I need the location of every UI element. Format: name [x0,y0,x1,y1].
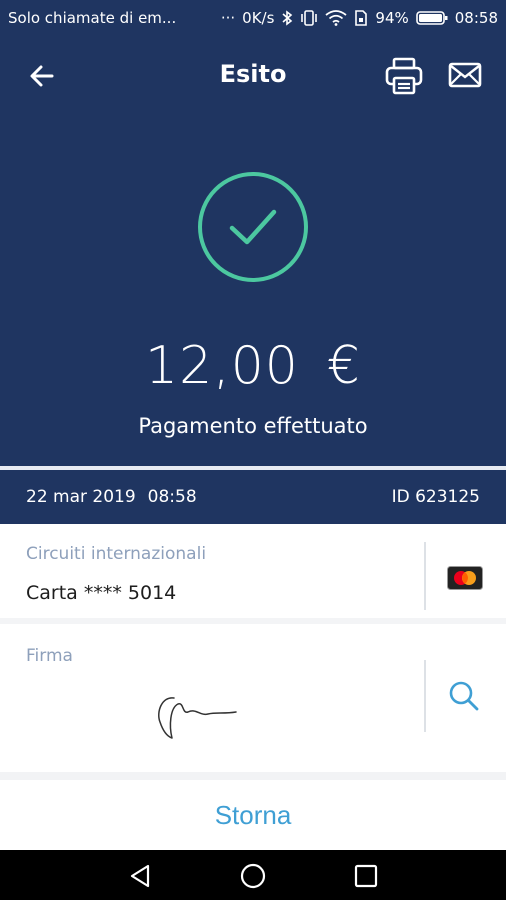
network-speed: 0K/s [242,9,275,27]
result-header: Esito 12,00 € Pagamento effettuato [0,36,506,466]
battery-icon [415,10,448,26]
card-number: Carta **** 5014 [26,582,177,604]
currency-symbol: € [326,336,361,396]
page-title: Esito [219,60,287,88]
magnifier-icon[interactable] [446,678,482,714]
app-bar: Esito [0,36,506,116]
transaction-datetime: 22 mar 2019 08:58 [26,487,392,507]
status-bar: Solo chiamate di em... ··· 0K/s 94% 08:5… [0,0,506,36]
transaction-info-bar: 22 mar 2019 08:58 ID 623125 [0,470,506,524]
vertical-divider [424,542,426,610]
amount-value: 12,00 [145,336,299,396]
payment-status-message: Pagamento effettuato [138,414,368,438]
status-icons: ··· 0K/s 94% 08:58 [221,9,498,27]
payment-amount: 12,00 € [0,336,506,396]
card-circuit-label: Circuiti internazionali [26,544,207,564]
signature-image [152,686,242,742]
transaction-id: ID 623125 [391,487,480,507]
check-circle-icon [197,171,309,283]
clock: 08:58 [454,9,498,27]
mastercard-icon [447,566,483,590]
divider [0,772,506,780]
signature-row: Firma [0,624,506,772]
transaction-time: 08:58 [147,487,197,507]
nav-home-icon[interactable] [239,862,267,890]
vertical-divider [424,660,426,732]
nav-back-icon[interactable] [126,862,154,890]
sim-icon [354,10,368,26]
printer-icon[interactable] [384,56,424,96]
vibrate-icon [300,10,318,26]
transaction-date: 22 mar 2019 [26,487,136,507]
card-info-row: Circuiti internazionali Carta **** 5014 [0,524,506,624]
mail-icon[interactable] [448,60,482,90]
nav-recents-icon[interactable] [352,862,380,890]
bluetooth-icon [281,10,293,26]
more-notifications-icon: ··· [220,9,236,27]
system-nav-bar [0,850,506,900]
notification-text: Solo chiamate di em... [8,9,177,27]
signature-label: Firma [26,646,73,666]
battery-percent: 94% [375,9,409,27]
refund-button[interactable]: Storna [0,780,506,850]
wifi-icon [325,10,347,26]
